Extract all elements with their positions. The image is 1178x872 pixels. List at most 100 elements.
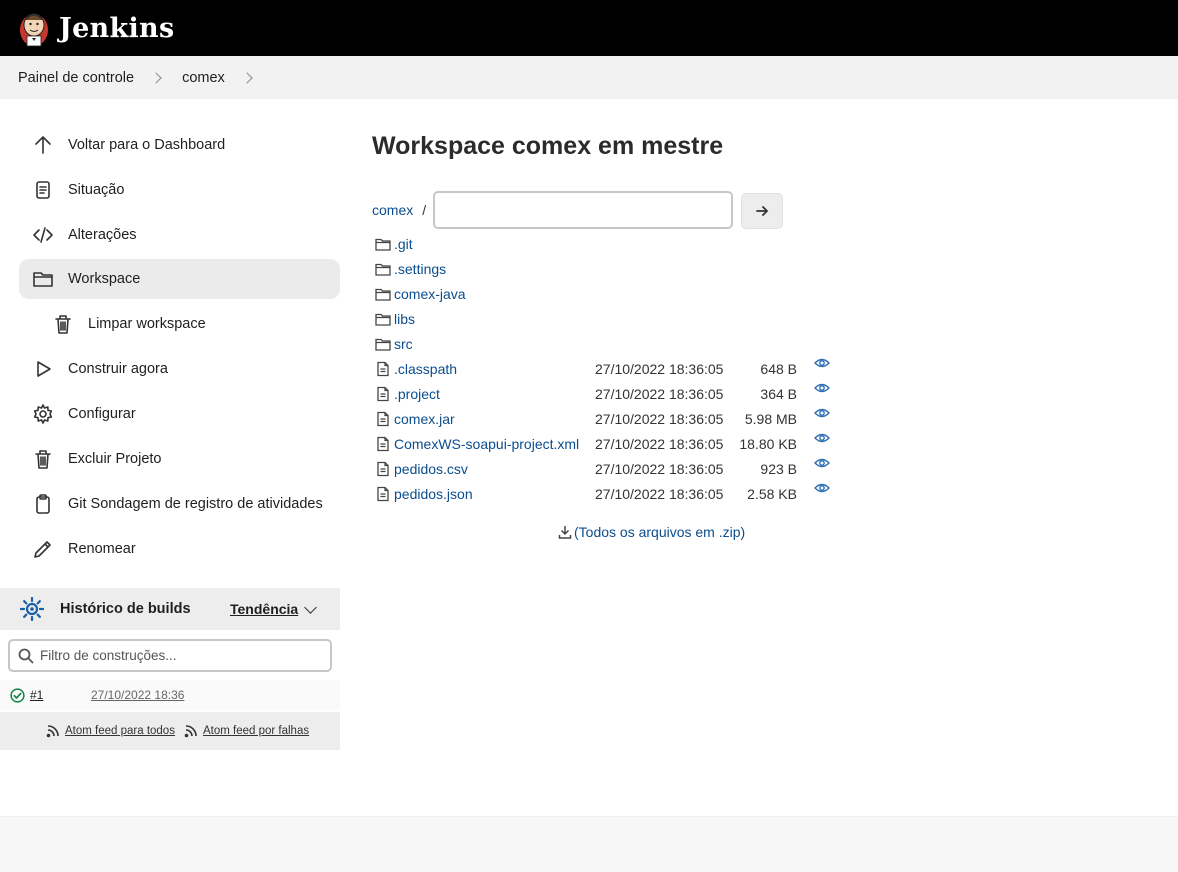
file-size: 923 B [760,461,797,477]
task-label: Alterações [68,227,137,243]
trash-icon [32,448,54,470]
file-date: 27/10/2022 18:36:05 [595,411,724,427]
file-link[interactable]: .project [394,386,440,402]
file-link[interactable]: .classpath [394,361,457,377]
view-eye-icon[interactable] [814,431,830,445]
file-icon [375,486,391,502]
file-icon [375,461,391,477]
breadcrumb-chevron-icon[interactable] [150,71,162,84]
task-label: Renomear [68,541,136,557]
view-eye-icon[interactable] [814,356,830,370]
file-row: pedidos.csv 27/10/2022 18:36:05 923 B [375,458,830,480]
folder-link[interactable]: src [394,336,413,352]
path-input[interactable] [433,191,733,229]
file-link[interactable]: pedidos.csv [394,461,468,477]
task-status[interactable]: Situação [19,170,340,210]
task-rename[interactable]: Renomear [19,529,340,569]
chevron-down-icon[interactable] [304,601,317,614]
download-zip-link[interactable]: (Todos os arquivos em .zip) [558,524,745,540]
workspace-path-bar: comex / [372,191,783,229]
breadcrumb-comex[interactable]: comex [182,70,225,86]
folder-row: .settings [375,258,446,280]
view-eye-icon[interactable] [814,456,830,470]
folder-link[interactable]: .git [394,236,413,252]
file-size: 5.98 MB [744,411,797,427]
view-eye-icon[interactable] [814,406,830,420]
folder-link[interactable]: comex-java [394,286,466,302]
file-date: 27/10/2022 18:36:05 [595,361,724,377]
folder-icon-graphic [375,288,391,301]
build-history-header: Histórico de builds Tendência [0,588,340,630]
file-icon [375,436,391,452]
atom-feed-failures-link[interactable]: Atom feed por falhas [184,724,309,738]
success-check-icon [10,687,25,703]
path-root-link[interactable]: comex [372,202,413,218]
task-back-to-dashboard[interactable]: Voltar para o Dashboard [19,125,340,165]
view-eye-icon[interactable] [814,481,830,495]
task-changes[interactable]: Alterações [19,215,340,255]
task-label: Limpar workspace [88,316,206,332]
trash-icon [52,313,74,335]
gear-icon [32,403,54,425]
file-size: 648 B [760,361,797,377]
build-row[interactable]: #1 27/10/2022 18:36 [0,680,340,710]
task-git-polling-log[interactable]: Git Sondagem de registro de atividades [19,484,340,524]
build-filter-field[interactable] [8,639,332,672]
file-link[interactable]: ComexWS-soapui-project.xml [394,436,579,452]
clipboard-icon [32,493,54,515]
file-icon-graphic [377,486,389,502]
task-delete-project[interactable]: Excluir Projeto [19,439,340,479]
file-row: pedidos.json 27/10/2022 18:36:05 2.58 KB [375,483,830,505]
folder-icon [375,336,391,352]
build-history-title: Histórico de builds [60,601,191,617]
folder-row: src [375,333,413,355]
task-label: Git Sondagem de registro de atividades [68,496,323,512]
jenkins-home-link[interactable]: Jenkins [18,8,174,48]
breadcrumb-dashboard[interactable]: Painel de controle [18,70,134,86]
task-label: Construir agora [68,361,168,377]
folder-link[interactable]: .settings [394,261,446,277]
file-link[interactable]: comex.jar [394,411,455,427]
file-date: 27/10/2022 18:36:05 [595,486,724,502]
task-label: Situação [68,182,125,198]
file-link[interactable]: pedidos.json [394,486,473,502]
task-configure[interactable]: Configurar [19,394,340,434]
file-row: comex.jar 27/10/2022 18:36:05 5.98 MB [375,408,830,430]
pencil-icon [32,538,54,560]
feed-label: Atom feed por falhas [202,725,310,737]
task-workspace[interactable]: Workspace [19,259,340,299]
task-build-now[interactable]: Construir agora [19,349,340,389]
atom-feed-all-link[interactable]: Atom feed para todos [46,724,175,738]
atom-feeds: Atom feed para todos Atom feed por falha… [0,712,340,750]
arrow-up-icon [32,134,54,156]
folder-icon [32,268,54,290]
feed-label: Atom feed para todos [65,725,175,737]
task-wipe-workspace[interactable]: Limpar workspace [19,304,340,344]
eye-icon-graphic [814,483,830,493]
build-time-link[interactable]: 27/10/2022 18:36 [91,688,184,702]
build-number-link[interactable]: #1 [30,688,43,702]
eye-icon-graphic [814,408,830,418]
document-icon [32,179,54,201]
folder-icon [375,311,391,327]
folder-icon-graphic [375,338,391,351]
file-row: .classpath 27/10/2022 18:36:05 648 B [375,358,830,380]
folder-icon [375,236,391,252]
go-button[interactable] [741,193,783,229]
eye-icon-graphic [814,358,830,368]
arrow-right-icon [756,206,769,216]
zip-label: (Todos os arquivos em .zip) [574,524,746,540]
breadcrumb-chevron-icon[interactable] [241,71,253,84]
view-eye-icon[interactable] [814,381,830,395]
folder-link[interactable]: libs [394,311,415,327]
folder-icon-graphic [375,238,391,251]
file-row: ComexWS-soapui-project.xml 27/10/2022 18:… [375,433,830,455]
task-label: Workspace [68,271,141,287]
file-icon-graphic [377,386,389,402]
folder-row: comex-java [375,283,466,305]
build-filter-input[interactable] [40,648,320,663]
task-label: Configurar [68,406,136,422]
trend-link[interactable]: Tendência [230,601,298,617]
code-icon [32,224,54,246]
file-size: 2.58 KB [747,486,797,502]
